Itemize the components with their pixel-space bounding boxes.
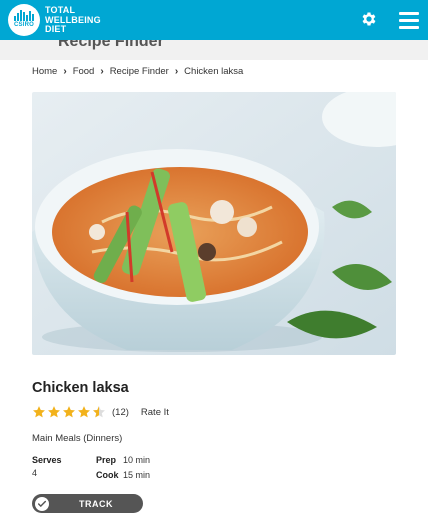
breadcrumb-home[interactable]: Home [32,66,57,77]
rating-count: (12) [112,406,129,418]
cook-label: Cook [96,470,119,480]
recipe-title: Chicken laksa [32,380,129,396]
gear-icon[interactable] [360,10,378,28]
star-icon[interactable] [47,405,61,419]
track-button[interactable]: TRACK [32,494,143,513]
breadcrumb-recipe-finder[interactable]: Recipe Finder [110,66,169,77]
page-subheader: Recipe Finder [0,40,428,60]
recipe-photo [32,92,396,355]
rating-row: (12) Rate It [32,405,169,419]
serves-value: 4 [32,468,38,478]
breadcrumb-food[interactable]: Food [73,66,95,77]
logo-text: CSIRO [13,22,34,28]
breadcrumb-current: Chicken laksa [184,66,244,77]
prep-label: Prep [96,455,117,465]
star-rating[interactable] [32,405,106,419]
cook-time: 15 min [123,470,151,480]
star-icon[interactable] [77,405,91,419]
brand-line-3: DIET [45,24,67,34]
recipe-category: Main Meals (Dinners) [32,433,123,444]
star-icon[interactable] [62,405,76,419]
hamburger-menu-icon[interactable] [399,12,419,29]
check-circle-icon [35,496,49,511]
brand-title[interactable]: TOTAL WELLBEING DIET [45,5,101,35]
rate-it-link[interactable]: Rate It [141,407,169,418]
star-icon[interactable] [32,405,46,419]
app-header: CSIRO TOTAL WELLBEING DIET [0,0,428,40]
chevron-right-icon: › [63,66,67,77]
logo-bars-icon [14,10,34,21]
prep-time: 10 min [123,455,151,465]
chevron-right-icon: › [174,66,179,77]
csiro-logo[interactable]: CSIRO [8,4,40,36]
subheader-title: Recipe Finder [58,40,164,50]
half-star-icon[interactable] [92,405,106,419]
track-label: TRACK [79,498,113,509]
chevron-right-icon: › [100,66,104,77]
breadcrumb: Home › Food › Recipe Finder › Chicken la… [32,66,243,77]
serves-label: Serves [32,455,62,465]
laksa-bowl-illustration [32,92,396,355]
